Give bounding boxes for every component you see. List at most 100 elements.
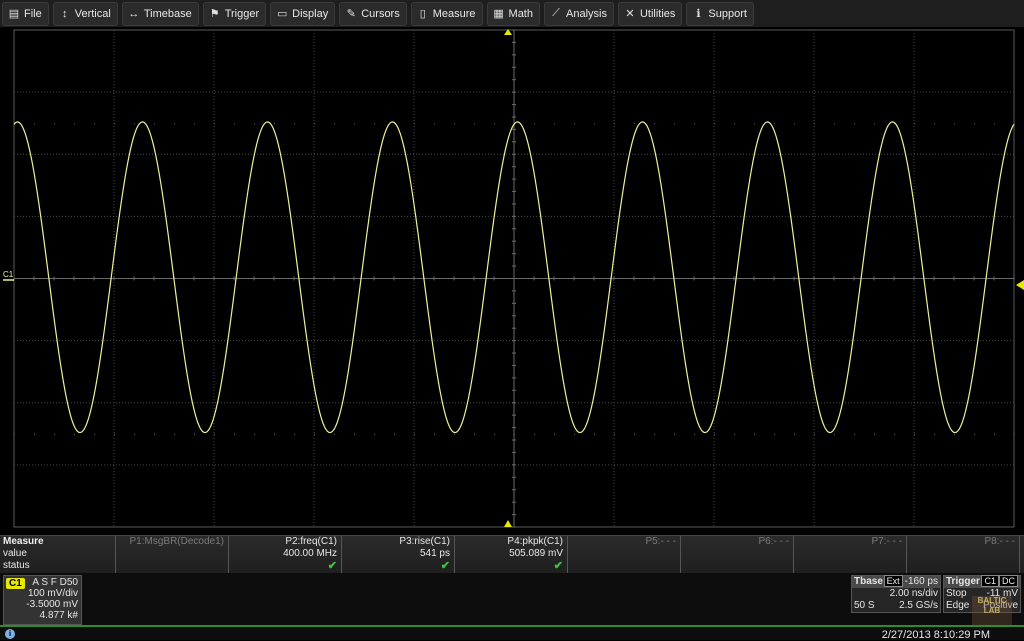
- menu-support[interactable]: ℹ Support: [686, 1, 754, 26]
- graticule-minor-tick: [814, 433, 815, 435]
- graticule-minor-tick: [654, 433, 655, 435]
- menu-utilities[interactable]: ✕ Utilities: [617, 1, 683, 26]
- waveform-display[interactable]: C1: [0, 28, 1024, 536]
- graticule-minor-tick: [214, 123, 215, 125]
- status-check-icon: ✔: [553, 560, 563, 572]
- trigger-level-marker[interactable]: [1016, 280, 1024, 290]
- tools-icon: ✕: [625, 8, 635, 20]
- measure-header-cell[interactable]: Measure value status: [0, 536, 116, 573]
- timebase-delay: -160 ps: [904, 576, 938, 587]
- graticule-minor-tick: [834, 123, 835, 125]
- graticule-minor-tick: [494, 433, 495, 435]
- measure-param-p5[interactable]: P5:- - -: [568, 536, 681, 573]
- channel-1-descriptor[interactable]: C1 A S F D50 100 mV/div -3.5000 mV 4.877…: [3, 575, 82, 625]
- graticule-minor-tick: [854, 433, 855, 435]
- watermark-line-2: LAB: [983, 606, 1001, 615]
- menu-math[interactable]: ▦ Math: [486, 1, 540, 26]
- measure-param-p7[interactable]: P7:- - -: [794, 536, 907, 573]
- status-area: C1 A S F D50 100 mV/div -3.5000 mV 4.877…: [0, 573, 1024, 641]
- param-name: P3:rise(C1): [399, 536, 450, 547]
- measure-row-label-value: value: [3, 548, 27, 559]
- menu-measure[interactable]: ▯ Measure: [410, 1, 483, 26]
- menu-trigger[interactable]: ⚑ Trigger: [202, 1, 267, 26]
- cursor-pen-icon: ✎: [346, 8, 356, 20]
- status-check-icon: ✔: [327, 560, 337, 572]
- waveform-canvas[interactable]: C1: [0, 28, 1024, 536]
- graticule-minor-tick: [874, 123, 875, 125]
- graticule-minor-tick: [794, 123, 795, 125]
- menu-file[interactable]: ▤ File: [2, 1, 49, 26]
- graticule-minor-tick: [414, 123, 415, 125]
- graticule-minor-tick: [934, 123, 935, 125]
- menu-label: File: [24, 7, 42, 20]
- menu-label: Display: [292, 7, 329, 20]
- graticule-minor-tick: [874, 433, 875, 435]
- param-name: P7:- - -: [871, 536, 902, 547]
- graticule-minor-tick: [774, 123, 775, 125]
- graticule-minor-tick: [194, 433, 195, 435]
- graticule-minor-tick: [14, 433, 15, 435]
- status-check-icon: [910, 560, 1015, 572]
- menu-vertical[interactable]: ↕ Vertical: [52, 1, 118, 26]
- menu-display[interactable]: ▭ Display: [270, 1, 336, 26]
- measure-param-p6[interactable]: P6:- - -: [681, 536, 794, 573]
- graticule-minor-tick: [94, 123, 95, 125]
- graticule-minor-tick: [194, 123, 195, 125]
- menu-analysis[interactable]: ⟋ Analysis: [544, 1, 614, 26]
- graticule-minor-tick: [1014, 433, 1015, 435]
- graticule-minor-tick: [294, 433, 295, 435]
- info-icon[interactable]: i: [5, 629, 15, 639]
- graticule-minor-tick: [694, 123, 695, 125]
- graticule-minor-tick: [734, 123, 735, 125]
- graticule-minor-tick: [294, 123, 295, 125]
- param-value: [910, 548, 1015, 560]
- graticule-minor-tick: [114, 433, 115, 435]
- graticule-minor-tick: [394, 433, 395, 435]
- info-icon: ℹ: [696, 8, 701, 20]
- trigger-flag-icon: ⚑: [209, 8, 220, 20]
- graticule-minor-tick: [974, 123, 975, 125]
- measure-param-p8[interactable]: P8:- - -: [907, 536, 1020, 573]
- graticule-minor-tick: [414, 433, 415, 435]
- graticule-minor-tick: [1014, 123, 1015, 125]
- measure-param-p2[interactable]: P2:freq(C1) 400.00 MHz ✔: [229, 536, 342, 573]
- graticule-minor-tick: [74, 433, 75, 435]
- menu-cursors[interactable]: ✎ Cursors: [339, 1, 407, 26]
- graticule-minor-tick: [594, 433, 595, 435]
- graticule-minor-tick: [994, 123, 995, 125]
- status-check-icon: [684, 560, 789, 572]
- graticule-minor-tick: [994, 433, 995, 435]
- menu-timebase[interactable]: ↔ Timebase: [121, 1, 199, 26]
- graticule-minor-tick: [934, 433, 935, 435]
- graticule-minor-tick: [514, 433, 515, 435]
- graticule-minor-tick: [374, 433, 375, 435]
- graticule-minor-tick: [634, 123, 635, 125]
- graticule-minor-tick: [174, 123, 175, 125]
- graticule-minor-tick: [254, 433, 255, 435]
- measure-param-p3[interactable]: P3:rise(C1) 541 ps ✔: [342, 536, 455, 573]
- channel-1-offset-marker[interactable]: C1: [3, 270, 14, 279]
- graticule-minor-tick: [234, 433, 235, 435]
- graticule-minor-tick: [794, 433, 795, 435]
- graticule-minor-tick: [754, 123, 755, 125]
- timebase-time-per-div: 2.00 ns/div: [889, 588, 938, 599]
- graticule-minor-tick: [754, 433, 755, 435]
- date-time: 2/27/2013 8:10:29 PM: [881, 629, 990, 641]
- trigger-delay-marker[interactable]: [504, 520, 512, 527]
- measure-param-p1[interactable]: P1:MsgBR(Decode1): [116, 536, 229, 573]
- measure-param-p4[interactable]: P4:pkpk(C1) 505.089 mV ✔: [455, 536, 568, 573]
- menu-label: Cursors: [361, 7, 400, 20]
- timebase-descriptor[interactable]: Tbase Ext -160 ps 2.00 ns/div 50 S 2.5 GS/…: [851, 575, 941, 613]
- graticule-minor-tick: [834, 433, 835, 435]
- display-icon: ▭: [276, 8, 288, 20]
- param-value: [119, 548, 224, 560]
- watermark-line-1: BALTIC: [977, 596, 1007, 605]
- param-name: P2:freq(C1): [285, 536, 337, 547]
- menu-label: Trigger: [224, 7, 260, 20]
- graticule-minor-tick: [314, 123, 315, 125]
- menu-label: Math: [508, 7, 533, 20]
- graticule-minor-tick: [654, 123, 655, 125]
- graticule-minor-tick: [814, 123, 815, 125]
- analysis-chart-icon: ⟋: [552, 7, 560, 19]
- graticule-minor-tick: [674, 123, 675, 125]
